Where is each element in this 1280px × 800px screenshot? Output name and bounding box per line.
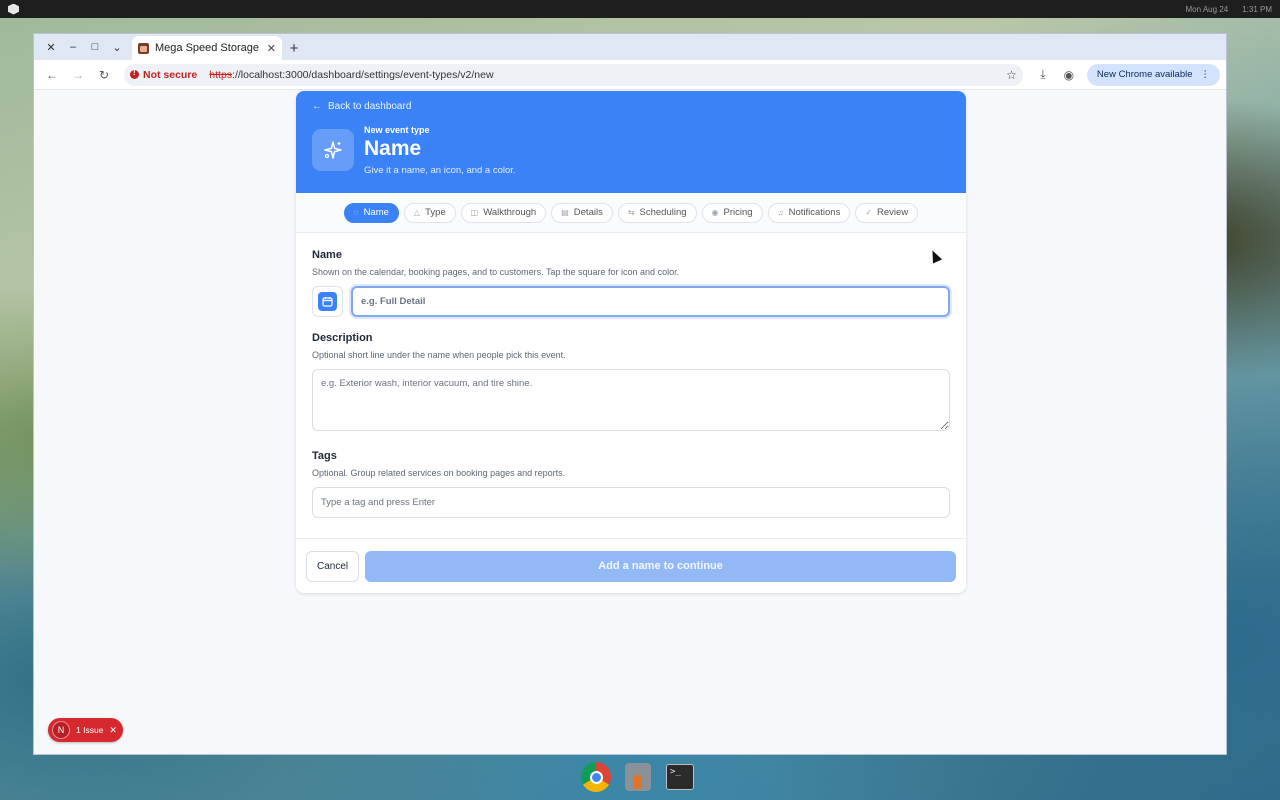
calendar-icon [318, 292, 337, 311]
new-tab-plus-icon[interactable]: + [282, 36, 306, 60]
step-pricing[interactable]: ◉ Pricing [701, 202, 763, 223]
name-help-text: Shown on the calendar, booking pages, an… [312, 267, 680, 277]
step-walkthrough[interactable]: ◫ Walkthrough [460, 202, 547, 223]
continue-button[interactable]: Add a name to continue [365, 550, 956, 582]
step-scheduling[interactable]: ⇆ Scheduling [617, 202, 697, 223]
cancel-button[interactable]: Cancel [306, 550, 360, 582]
maximize-icon[interactable]: □ [84, 36, 106, 58]
tab-strip: ✕ – □ ⌄ Mega Speed Storage ✕ + [34, 34, 1226, 60]
nextjs-logo-icon: N [52, 721, 70, 739]
wizard-footer: Cancel Add a name to continue [296, 538, 966, 593]
dev-issues-badge[interactable]: N 1 Issue ✕ [48, 718, 123, 742]
step-label: Notifications [788, 207, 841, 218]
browser-toolbar: ← → ↻ Not secure https://localhost:3000/… [34, 60, 1226, 90]
back-arrow-icon[interactable]: ← [40, 63, 64, 87]
reload-icon[interactable]: ↻ [92, 63, 116, 87]
arrows-icon: ⇆ [627, 208, 635, 217]
taskbar: >_ [580, 758, 696, 796]
step-label: Type [425, 207, 446, 218]
os-logo-icon[interactable] [8, 3, 19, 15]
icon-color-picker-button[interactable] [312, 286, 343, 317]
event-type-wizard-card: ← Back to dashboard New event type Name … [296, 91, 966, 593]
step-type[interactable]: △ Type [403, 202, 456, 223]
tab-search-chevron-icon[interactable]: ⌄ [106, 36, 128, 58]
check-icon: ✓ [865, 208, 873, 217]
rocket-app-icon[interactable] [622, 761, 654, 793]
name-row [312, 286, 950, 317]
name-form: Name Shown on the calendar, booking page… [296, 233, 966, 518]
description-help-text: Optional short line under the name when … [312, 350, 566, 360]
tags-help-text: Optional. Group related services on book… [312, 468, 566, 478]
minimize-icon[interactable]: – [62, 36, 84, 58]
bookmark-star-icon[interactable]: ☆ [1006, 68, 1017, 82]
page-title: Name [364, 137, 422, 160]
url-path: ://localhost:3000/dashboard/settings/eve… [232, 68, 494, 81]
description-label: Description [312, 332, 373, 344]
step-label: Walkthrough [483, 207, 537, 218]
clock-date: Mon Aug 24 [1185, 4, 1229, 14]
wizard-steps: ◌ Name △ Type ◫ Walkthrough ▤ Details ⇆ Sched… [296, 193, 966, 233]
step-label: Pricing [723, 207, 753, 218]
name-input[interactable] [351, 286, 950, 317]
not-secure-label: Not secure [143, 68, 198, 81]
close-icon[interactable]: ✕ [109, 725, 117, 736]
dollar-icon: ◉ [711, 208, 719, 217]
step-notifications[interactable]: ♫ Notifications [767, 202, 851, 223]
profile-icon[interactable]: ◉ [1057, 63, 1081, 87]
tab-close-icon[interactable]: ✕ [267, 42, 276, 55]
step-review[interactable]: ✓ Review [855, 202, 919, 223]
system-clock[interactable]: Mon Aug 24 1:31 PM [1186, 5, 1273, 14]
chrome-app-icon[interactable] [580, 761, 612, 793]
terminal-app-icon[interactable]: >_ [664, 761, 696, 793]
browser-window: ✕ – □ ⌄ Mega Speed Storage ✕ + ← → ↻ Not… [33, 33, 1227, 755]
header-subtitle: Give it a name, an icon, and a color. [364, 165, 516, 176]
chrome-update-label: New Chrome available [1096, 69, 1193, 80]
address-bar[interactable]: Not secure https://localhost:3000/dashbo… [124, 63, 1023, 86]
back-link-label: Back to dashboard [328, 101, 412, 112]
step-label: Review [877, 207, 909, 218]
url-text: https://localhost:3000/dashboard/setting… [209, 69, 493, 81]
close-window-icon[interactable]: ✕ [40, 36, 62, 58]
step-details[interactable]: ▤ Details [551, 202, 613, 223]
step-name[interactable]: ◌ Name [343, 202, 399, 223]
window-controls: ✕ – □ ⌄ [34, 34, 128, 60]
url-scheme: https [209, 68, 233, 81]
os-top-bar: Mon Aug 24 1:31 PM [0, 0, 1280, 18]
step-label: Name [363, 207, 389, 218]
download-icon[interactable]: ⤓ [1031, 63, 1055, 87]
chrome-update-button[interactable]: New Chrome available ⋮ [1086, 63, 1220, 86]
tab-title: Mega Speed Storage [155, 42, 259, 54]
wizard-header: ← Back to dashboard New event type Name … [296, 91, 966, 193]
camera-icon: ◫ [470, 208, 479, 217]
step-label: Scheduling [639, 207, 687, 218]
issue-count-label: 1 Issue [76, 725, 104, 735]
name-label: Name [312, 249, 342, 261]
description-textarea[interactable] [312, 369, 950, 431]
browser-tab[interactable]: Mega Speed Storage ✕ [132, 36, 282, 60]
tag-icon: ◌ [353, 208, 359, 217]
tags-label: Tags [312, 450, 337, 462]
sparkles-icon [312, 129, 354, 171]
header-eyebrow: New event type [364, 125, 430, 135]
arrow-left-icon: ← [312, 101, 322, 112]
back-to-dashboard-link[interactable]: ← Back to dashboard [312, 101, 411, 112]
forward-arrow-icon[interactable]: → [66, 63, 90, 87]
kebab-menu-icon: ⋮ [1200, 69, 1211, 80]
clock-time: 1:31 PM [1242, 4, 1272, 14]
not-secure-chip[interactable]: Not secure [130, 68, 203, 81]
tab-favicon-icon [138, 42, 149, 54]
clipboard-icon: ▤ [561, 208, 569, 217]
step-label: Details [573, 207, 603, 218]
page-content: ← Back to dashboard New event type Name … [34, 90, 1226, 754]
warning-icon [130, 68, 139, 79]
bell-icon: ♫ [777, 208, 784, 217]
shapes-icon: △ [413, 208, 421, 217]
tags-input[interactable] [312, 487, 950, 518]
